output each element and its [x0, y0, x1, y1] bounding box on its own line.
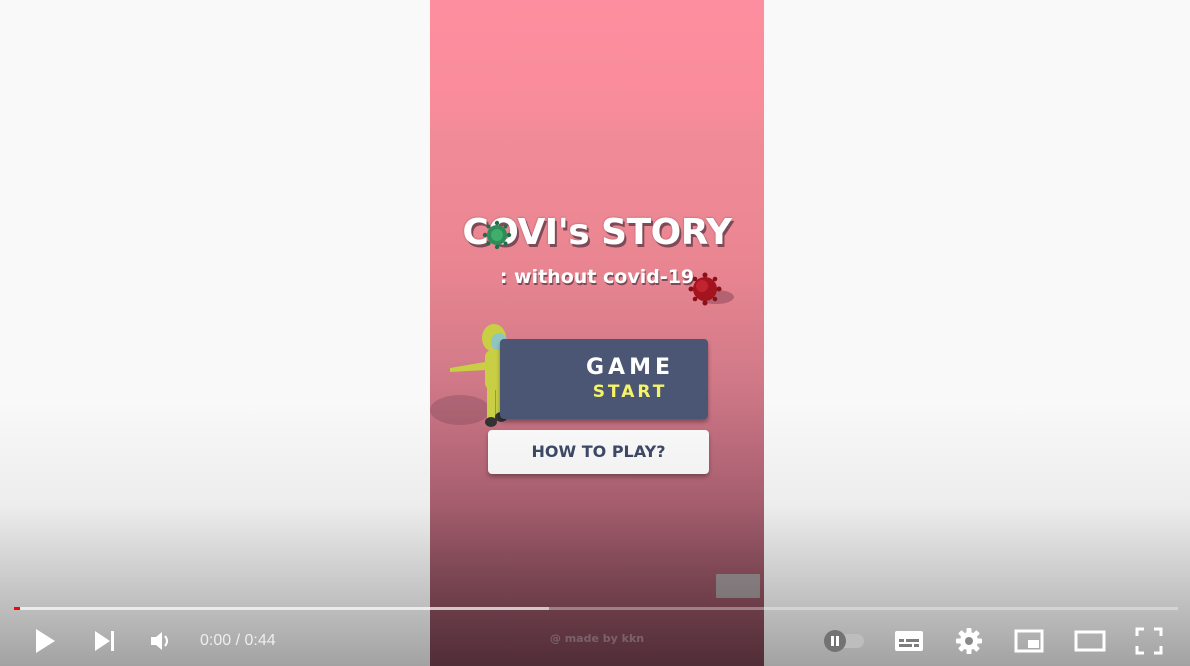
fullscreen-button[interactable] [1130, 622, 1168, 660]
game-start-label-line2: START [592, 382, 668, 402]
play-icon [36, 629, 55, 653]
game-start-label-line1: GAME [585, 355, 674, 380]
virus-icon [688, 272, 722, 306]
autoplay-toggle[interactable] [818, 622, 868, 660]
theater-mode-button[interactable] [1070, 622, 1110, 660]
video-frame[interactable]: COVI's STORY : without covid-19 GAME STA… [430, 0, 764, 666]
video-player[interactable]: COVI's STORY : without covid-19 GAME STA… [0, 0, 1190, 666]
subtitles-icon [895, 631, 923, 651]
miniplayer-button[interactable] [1010, 622, 1048, 660]
gear-icon [956, 628, 982, 654]
progress-loaded [14, 607, 549, 610]
skip-next-icon [95, 631, 114, 651]
mute-button[interactable] [142, 622, 180, 660]
subtitles-button[interactable] [890, 622, 928, 660]
miniplayer-icon [1014, 629, 1044, 653]
autoplay-toggle-icon [824, 630, 864, 652]
time-display: 0:00 / 0:44 [200, 632, 276, 649]
progress-played [14, 607, 20, 610]
play-button[interactable] [26, 622, 64, 660]
settings-button[interactable] [950, 622, 988, 660]
credit-text: @ made by kkn [549, 632, 645, 645]
game-start-button[interactable]: GAME START [500, 339, 708, 419]
progress-bar[interactable] [14, 607, 1178, 610]
virus-icon [482, 220, 512, 250]
game-title: COVI's STORY [462, 212, 732, 253]
fullscreen-icon [1135, 627, 1163, 655]
how-to-play-button[interactable]: HOW TO PLAY? [488, 430, 709, 474]
blurred-corner-element [716, 574, 760, 598]
theater-mode-icon [1074, 630, 1106, 652]
next-button[interactable] [86, 622, 124, 660]
volume-icon [151, 632, 168, 650]
